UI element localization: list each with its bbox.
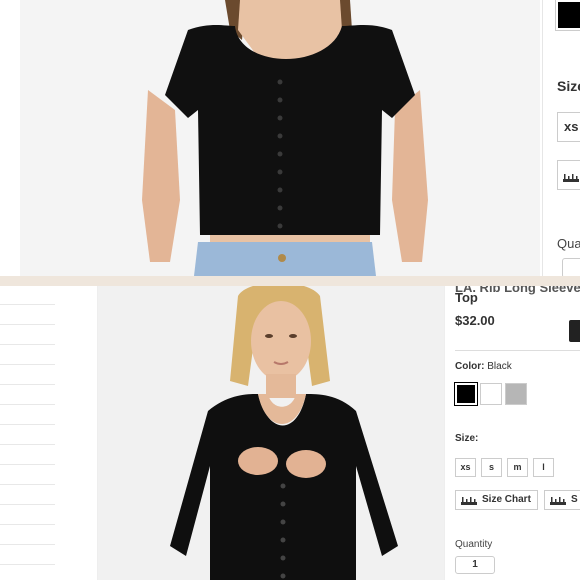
sidebar-divider <box>0 364 55 365</box>
sidebar-divider <box>0 464 55 465</box>
top-screenshot: Size xs Qua <box>0 0 580 276</box>
share-icon[interactable] <box>569 320 580 342</box>
size-label: Size: <box>455 433 479 444</box>
sidebar-divider <box>0 304 55 305</box>
sidebar-divider <box>0 444 55 445</box>
ruler-icon <box>461 497 477 505</box>
quantity-input[interactable]: 1 <box>455 556 495 574</box>
sidebar-divider <box>0 544 55 545</box>
color-swatch-grey[interactable] <box>505 383 527 405</box>
sidebar-divider <box>0 484 55 485</box>
color-swatch-black[interactable] <box>454 382 478 406</box>
size-chart-button[interactable]: Size Chart <box>455 490 538 510</box>
color-label: Color: Black <box>455 361 512 372</box>
product-info-panel: LA. Rib Long Sleeve Top $32.00 Color: Bl… <box>444 286 580 580</box>
ruler-icon <box>563 174 579 182</box>
quantity-label: Quantity <box>455 539 493 550</box>
screenshot-collage: Size xs Qua <box>0 0 580 580</box>
screenshot-divider <box>0 276 580 286</box>
sidebar-divider <box>0 344 55 345</box>
ruler-icon <box>550 497 566 505</box>
quantity-label: Qua <box>557 236 580 251</box>
size-chart-label-cut: S <box>571 494 578 505</box>
color-swatch-white[interactable] <box>480 383 502 405</box>
size-chart-button-secondary[interactable]: S <box>544 490 580 510</box>
bottom-screenshot: LA. Rib Long Sleeve Top $32.00 Color: Bl… <box>0 286 580 580</box>
color-label-prefix: Color: <box>455 361 485 372</box>
size-option-xs[interactable]: xs <box>557 112 580 142</box>
product-title: Top <box>455 290 478 305</box>
model-image <box>98 286 444 580</box>
divider <box>455 350 580 351</box>
sidebar-divider <box>0 324 55 325</box>
sidebar-divider <box>0 424 55 425</box>
thumbnail-sidebar <box>0 286 98 580</box>
size-option-m[interactable]: m <box>507 458 528 477</box>
size-option-xs[interactable]: xs <box>455 458 476 477</box>
sidebar-divider <box>0 504 55 505</box>
size-chart-label: Size Chart <box>482 494 531 505</box>
sidebar-divider <box>0 404 55 405</box>
product-price: $32.00 <box>455 313 495 328</box>
size-label: Size <box>557 78 580 94</box>
sidebar-divider <box>0 384 55 385</box>
color-value: Black <box>487 361 512 372</box>
product-photo-crop-top <box>20 0 540 276</box>
sidebar-divider <box>0 564 55 565</box>
size-option-s[interactable]: s <box>481 458 502 477</box>
model-image-crop-top <box>20 0 540 276</box>
quantity-input[interactable] <box>562 258 580 276</box>
size-chart-button[interactable] <box>557 160 580 190</box>
color-swatch-black[interactable] <box>555 0 580 31</box>
product-photo <box>98 286 444 580</box>
size-option-l[interactable]: l <box>533 458 554 477</box>
sidebar-divider <box>0 524 55 525</box>
